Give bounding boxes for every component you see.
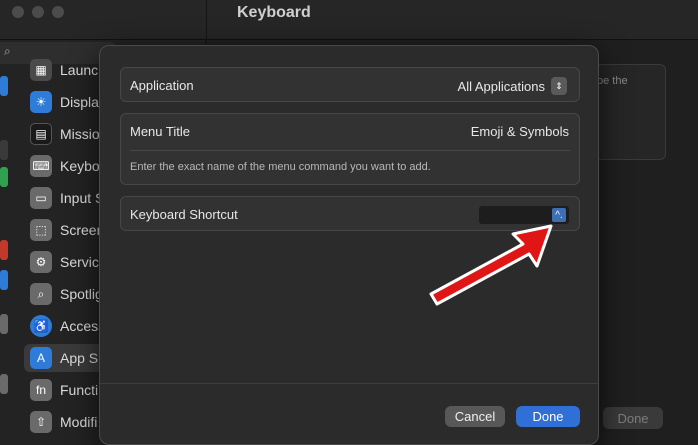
chevron-up-down-icon: ⇕ [551,77,567,95]
sidebar-edge-icon [0,140,8,160]
search-icon: ⌕ [4,44,11,58]
display-icon: ☀ [30,91,52,113]
keyboard-icon: ⌨ [30,155,52,177]
sidebar-item-label: Keybo [60,158,100,174]
application-label: Application [130,78,194,93]
cancel-button[interactable]: Cancel [445,406,505,427]
sidebar-item-label: Screen [60,222,105,238]
sidebar-item-label: Modifi [60,414,98,430]
window-title: Keyboard [237,4,311,21]
done-button[interactable]: Done [516,406,580,427]
sidebar-item-label: Spotlig [60,286,103,302]
function-keys-icon: fn [30,379,52,401]
sidebar-edge-icon [0,167,8,187]
annotation-arrow-icon [429,224,553,306]
application-row: Application All Applications ⇕ [120,67,580,102]
menu-title-input[interactable]: Emoji & Symbols [471,124,569,139]
application-popup[interactable]: All Applications ⇕ [458,77,567,95]
zoom-window-button[interactable] [52,6,64,18]
spotlight-icon: ⌕ [30,283,52,305]
accessibility-icon: ♿ [30,315,52,337]
menu-title-label: Menu Title [130,124,190,139]
menu-title-help: Enter the exact name of the menu command… [130,161,431,173]
sidebar-item-label: App S [60,350,99,366]
keyboard-shortcut-label: Keyboard Shortcut [130,207,238,222]
launchpad-icon: ▦ [30,59,52,81]
sidebar-item-label: Input S [60,190,105,206]
sidebar-item-label: Servic [60,254,99,270]
menu-title-group: Menu Title Emoji & Symbols Enter the exa… [120,113,580,185]
modifier-keys-icon: ⇧ [30,411,52,433]
application-value: All Applications [457,78,545,94]
shortcut-key-value: ^. [552,208,566,222]
background-panel-text: pe the [597,75,628,87]
sidebar-edge-icon [0,374,8,394]
minimize-window-button[interactable] [32,6,44,18]
sidebar-edge-icon [0,240,8,260]
sidebar-edge-icon [0,270,8,290]
services-icon: ⚙ [30,251,52,273]
close-window-button[interactable] [12,6,24,18]
sidebar-edge-icon [0,76,8,96]
sidebar-item-label: Functi [60,382,99,398]
app-store-icon: A [30,347,52,369]
screenshot-icon: ⬚ [30,219,52,241]
input-sources-icon: ▭ [30,187,52,209]
sidebar-item-label: Launc [60,62,99,78]
menu-title-divider [130,150,570,151]
sidebar-item-label: Missio [60,126,100,142]
sheet-footer-divider [100,383,598,384]
background-done-button: Done [603,407,663,429]
window-toolbar [0,0,698,40]
mission-control-icon: ▤ [30,123,52,145]
sidebar-edge-icon [0,314,8,334]
toolbar-divider [206,0,207,40]
sidebar-item-label: Displa [60,94,99,110]
